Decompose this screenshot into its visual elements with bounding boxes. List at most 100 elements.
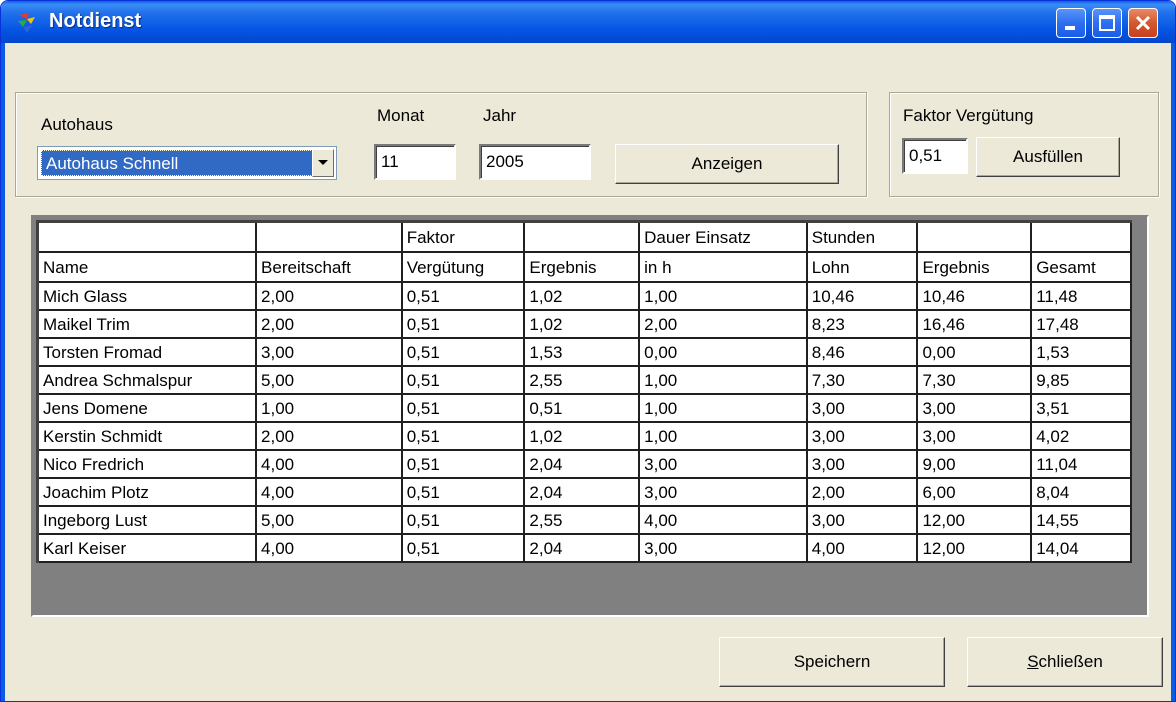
table-cell[interactable]: 2,00 [639, 309, 808, 339]
table-cell[interactable]: 9,85 [1031, 365, 1132, 395]
table-cell[interactable]: 0,51 [401, 309, 526, 339]
table-row[interactable]: Torsten Fromad 3,00 0,51 1,53 0,00 8,46 0,00 1,… [37, 337, 1132, 367]
close-button[interactable] [1128, 8, 1158, 38]
table-cell[interactable]: 3,00 [639, 533, 808, 563]
table-cell[interactable]: 2,04 [524, 449, 641, 479]
table-cell[interactable]: Torsten Fromad [37, 337, 258, 367]
table-cell[interactable]: 1,02 [524, 421, 641, 451]
table-cell[interactable]: 4,00 [256, 533, 403, 563]
table-cell[interactable]: 3,51 [1031, 393, 1132, 423]
table-cell[interactable]: 5,00 [256, 365, 403, 395]
table-cell[interactable]: 17,48 [1031, 309, 1132, 339]
ausfuellen-button[interactable]: Ausfüllen [976, 137, 1120, 177]
table-cell[interactable]: 2,04 [524, 533, 641, 563]
minimize-button[interactable] [1056, 8, 1086, 38]
table-cell[interactable]: 1,53 [524, 337, 641, 367]
table-cell[interactable]: Mich Glass [37, 281, 258, 311]
table-cell[interactable]: 7,30 [917, 365, 1033, 395]
data-grid[interactable]: Faktor Dauer Einsatz Stunden Name Bereitscha… [31, 215, 1149, 617]
table-cell[interactable]: Jens Domene [37, 393, 258, 423]
table-cell[interactable]: 0,51 [401, 281, 526, 311]
faktor-input[interactable] [902, 138, 968, 174]
table-cell[interactable]: 0,51 [401, 533, 526, 563]
table-cell[interactable]: Kerstin Schmidt [37, 421, 258, 451]
table-cell[interactable]: 0,51 [401, 393, 526, 423]
table-cell[interactable]: 3,00 [806, 393, 919, 423]
table-cell[interactable]: 1,00 [639, 365, 808, 395]
table-row[interactable]: Kerstin Schmidt 2,00 0,51 1,02 1,00 3,00 3,00 4… [37, 421, 1132, 451]
table-cell[interactable]: 7,30 [806, 365, 919, 395]
table-cell[interactable]: 2,00 [256, 309, 403, 339]
table-cell[interactable]: 0,00 [639, 337, 808, 367]
table-row[interactable]: Ingeborg Lust 5,00 0,51 2,55 4,00 3,00 12,00 14… [37, 505, 1132, 535]
table-cell[interactable]: 0,51 [401, 477, 526, 507]
maximize-button[interactable] [1092, 8, 1122, 38]
table-cell[interactable]: Joachim Plotz [37, 477, 258, 507]
table-cell[interactable]: 1,02 [524, 281, 641, 311]
header-row-bottom[interactable]: Name Bereitschaft Vergütung Ergebnis in h Loh… [37, 251, 1132, 283]
table-row[interactable]: Andrea Schmalspur 5,00 0,51 2,55 1,00 7,30 7,3… [37, 365, 1132, 395]
table-cell[interactable]: 16,46 [917, 309, 1033, 339]
table-cell[interactable]: 1,00 [639, 421, 808, 451]
table-cell[interactable]: 8,46 [806, 337, 919, 367]
table-cell[interactable]: 2,55 [524, 505, 641, 535]
table-cell[interactable]: 3,00 [806, 421, 919, 451]
table-cell[interactable]: 8,23 [806, 309, 919, 339]
table-cell[interactable]: 3,00 [639, 477, 808, 507]
table-cell[interactable]: 0,51 [401, 337, 526, 367]
anzeigen-button[interactable]: Anzeigen [615, 144, 839, 184]
table-cell[interactable]: 2,55 [524, 365, 641, 395]
table-cell[interactable]: 9,00 [917, 449, 1033, 479]
table-cell[interactable]: 4,00 [639, 505, 808, 535]
table-cell[interactable]: 14,04 [1031, 533, 1132, 563]
table-cell[interactable]: 0,51 [401, 365, 526, 395]
table-row[interactable]: Karl Keiser 4,00 0,51 2,04 3,00 4,00 12,00 14,0… [37, 533, 1132, 563]
table-cell[interactable]: Karl Keiser [37, 533, 258, 563]
table-cell[interactable]: 2,00 [806, 477, 919, 507]
table-cell[interactable]: 4,00 [256, 449, 403, 479]
autohaus-select[interactable]: Autohaus Schnell [37, 146, 337, 180]
table-cell[interactable]: 0,00 [917, 337, 1033, 367]
table-cell[interactable]: 4,00 [806, 533, 919, 563]
table-cell[interactable]: 3,00 [806, 449, 919, 479]
table-cell[interactable]: 12,00 [917, 533, 1033, 563]
autohaus-dropdown-button[interactable] [312, 149, 334, 177]
table-cell[interactable]: 11,48 [1031, 281, 1132, 311]
table-cell[interactable]: 4,02 [1031, 421, 1132, 451]
table-cell[interactable]: Maikel Trim [37, 309, 258, 339]
title-bar[interactable]: Notdienst [1, 1, 1175, 43]
table-cell[interactable]: 11,04 [1031, 449, 1132, 479]
table-cell[interactable]: 2,00 [256, 281, 403, 311]
table-cell[interactable]: 1,53 [1031, 337, 1132, 367]
table-cell[interactable]: 1,00 [639, 393, 808, 423]
table-cell[interactable]: 3,00 [806, 505, 919, 535]
table-cell[interactable]: 14,55 [1031, 505, 1132, 535]
table-cell[interactable]: 3,00 [639, 449, 808, 479]
table-cell[interactable]: 3,00 [917, 393, 1033, 423]
table-cell[interactable]: 2,04 [524, 477, 641, 507]
table-cell[interactable]: 10,46 [806, 281, 919, 311]
table-cell[interactable]: 3,00 [256, 337, 403, 367]
table-cell[interactable]: 1,02 [524, 309, 641, 339]
schliessen-button[interactable]: Schließen [967, 637, 1163, 687]
table-cell[interactable]: 1,00 [256, 393, 403, 423]
table-cell[interactable]: 3,00 [917, 421, 1033, 451]
table-cell[interactable]: 0,51 [401, 421, 526, 451]
table-row[interactable]: Nico Fredrich 4,00 0,51 2,04 3,00 3,00 9,00 11,… [37, 449, 1132, 479]
table-row[interactable]: Mich Glass 2,00 0,51 1,02 1,00 10,46 10,46 11,4… [37, 281, 1132, 311]
table-row[interactable]: Maikel Trim 2,00 0,51 1,02 2,00 8,23 16,46 17,4… [37, 309, 1132, 339]
table-row[interactable]: Jens Domene 1,00 0,51 0,51 1,00 3,00 3,00 3,51 [37, 393, 1132, 423]
header-row-top[interactable]: Faktor Dauer Einsatz Stunden [37, 221, 1132, 253]
table-cell[interactable]: 10,46 [917, 281, 1033, 311]
table-cell[interactable]: 0,51 [401, 505, 526, 535]
speichern-button[interactable]: Speichern [719, 637, 945, 687]
table-cell[interactable]: Ingeborg Lust [37, 505, 258, 535]
table-cell[interactable]: 4,00 [256, 477, 403, 507]
table-cell[interactable]: 5,00 [256, 505, 403, 535]
table-cell[interactable]: 0,51 [401, 449, 526, 479]
table-cell[interactable]: 6,00 [917, 477, 1033, 507]
table-cell[interactable]: Nico Fredrich [37, 449, 258, 479]
jahr-input[interactable] [479, 144, 591, 180]
table-cell[interactable]: 2,00 [256, 421, 403, 451]
table-row[interactable]: Joachim Plotz 4,00 0,51 2,04 3,00 2,00 6,00 8,0… [37, 477, 1132, 507]
